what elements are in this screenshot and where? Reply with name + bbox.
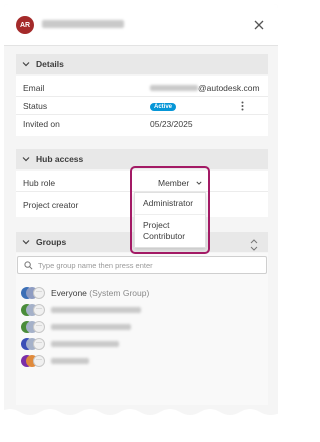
group-name: Everyone (System Group) [51,288,149,298]
list-item[interactable]: ··· Everyone (System Group) [17,285,267,301]
close-icon[interactable] [252,18,266,32]
status-badge: Active [150,103,177,111]
scroll-arrows-icon[interactable] [250,239,258,251]
email-user-redacted [150,85,198,92]
user-name-redacted [42,20,124,28]
email-domain: @autodesk.com [198,82,260,93]
group-sub-text: (System Group) [89,288,150,298]
email-row: Email @autodesk.com [16,79,268,97]
list-item[interactable]: ··· [17,302,267,318]
panel-header: AR [4,4,278,46]
search-icon [24,261,33,270]
group-name-text: Everyone [51,288,87,298]
hub-role-value: Member [158,177,190,188]
status-label: Status [23,100,48,111]
group-name-redacted [51,358,89,364]
menu-item-project-contributor[interactable]: Project Contributor [135,214,205,247]
chevron-down-icon [22,157,30,162]
chevron-down-icon [195,181,202,185]
invited-row: Invited on 05/23/2025 [16,115,268,133]
avatar: AR [16,16,34,34]
group-search-input[interactable]: Type group name then press enter [17,256,267,274]
chevron-down-icon [22,240,30,245]
email-label: Email [23,82,45,93]
hub-access-section-header[interactable]: Hub access [16,149,268,169]
more-icon: ··· [33,321,45,333]
status-row: Status Active [16,97,268,115]
invited-label: Invited on [23,119,60,129]
section-title: Details [36,59,64,69]
hub-role-menu: Administrator Project Contributor [134,192,206,248]
more-options-icon[interactable] [241,101,244,111]
hub-role-label: Hub role [23,177,56,188]
torn-edge [0,409,282,442]
more-icon: ··· [33,304,45,316]
group-name-redacted [51,324,131,330]
hub-role-dropdown[interactable]: Member [158,178,202,188]
search-placeholder: Type group name then press enter [38,261,153,270]
status-value: Active [150,100,177,111]
list-item[interactable]: ··· [17,353,267,369]
more-icon: ··· [33,287,45,299]
list-item[interactable]: ··· [17,336,267,352]
hub-role-row: Hub role Member [16,174,268,192]
section-title: Hub access [36,154,84,164]
details-section-body: Email @autodesk.com Status Active Invite… [16,76,268,136]
email-value: @autodesk.com [150,83,260,93]
project-creator-label: Project creator [23,200,79,210]
list-item[interactable]: ··· [17,319,267,335]
section-title: Groups [36,237,67,247]
invited-value: 05/23/2025 [150,119,193,129]
group-name-redacted [51,307,141,313]
chevron-down-icon [22,62,30,67]
details-section-header[interactable]: Details [16,54,268,74]
more-icon: ··· [33,338,45,350]
menu-item-administrator[interactable]: Administrator [135,193,205,214]
group-name-redacted [51,341,119,347]
more-icon: ··· [33,355,45,367]
